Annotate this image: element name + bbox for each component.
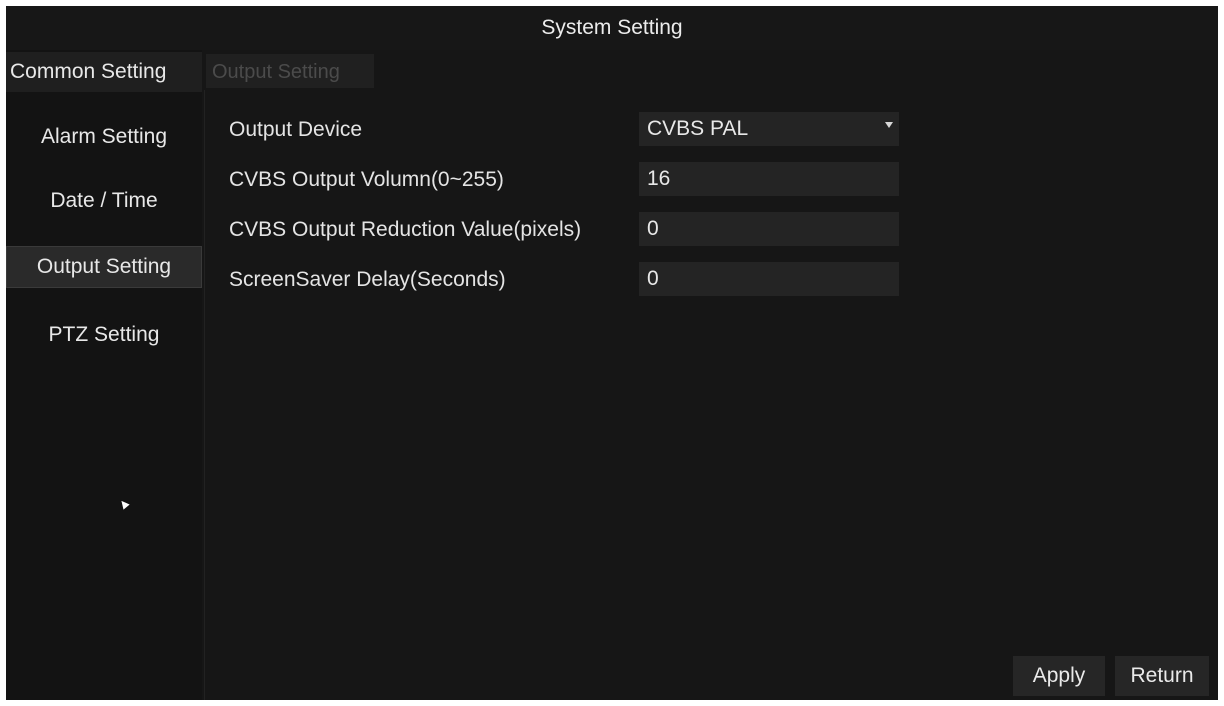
- window-title: System Setting: [6, 6, 1218, 50]
- sidebar-item-alarm-setting[interactable]: Alarm Setting: [6, 114, 202, 160]
- cvbs-output-volume-input[interactable]: 16: [639, 162, 899, 196]
- system-setting-window: System Setting Common Setting Alarm Sett…: [6, 6, 1218, 700]
- settings-panel: Output Device CVBS PAL CVBS Output Volum…: [204, 90, 1218, 700]
- output-device-label: Output Device: [229, 118, 363, 141]
- sidebar-item-ptz-setting[interactable]: PTZ Setting: [6, 312, 202, 358]
- cvbs-output-volume-label: CVBS Output Volumn(0~255): [229, 168, 504, 191]
- screensaver-delay-input[interactable]: 0: [639, 262, 899, 296]
- sidebar-item-output-setting[interactable]: Output Setting: [6, 246, 202, 288]
- mouse-cursor-icon: [118, 498, 130, 510]
- cvbs-reduction-value-input[interactable]: 0: [639, 212, 899, 246]
- output-device-value: CVBS PAL: [647, 117, 749, 140]
- return-button[interactable]: Return: [1115, 656, 1209, 696]
- tab-common-setting[interactable]: Common Setting: [6, 52, 202, 92]
- tab-output-setting[interactable]: Output Setting: [206, 54, 374, 88]
- apply-button[interactable]: Apply: [1013, 656, 1105, 696]
- screensaver-delay-label: ScreenSaver Delay(Seconds): [229, 268, 506, 291]
- chevron-down-icon[interactable]: [885, 122, 893, 128]
- output-device-dropdown[interactable]: CVBS PAL: [639, 112, 899, 146]
- sidebar: Common Setting Alarm Setting Date / Time…: [6, 50, 202, 700]
- sidebar-item-date-time[interactable]: Date / Time: [6, 178, 202, 224]
- cvbs-reduction-value-label: CVBS Output Reduction Value(pixels): [229, 218, 582, 241]
